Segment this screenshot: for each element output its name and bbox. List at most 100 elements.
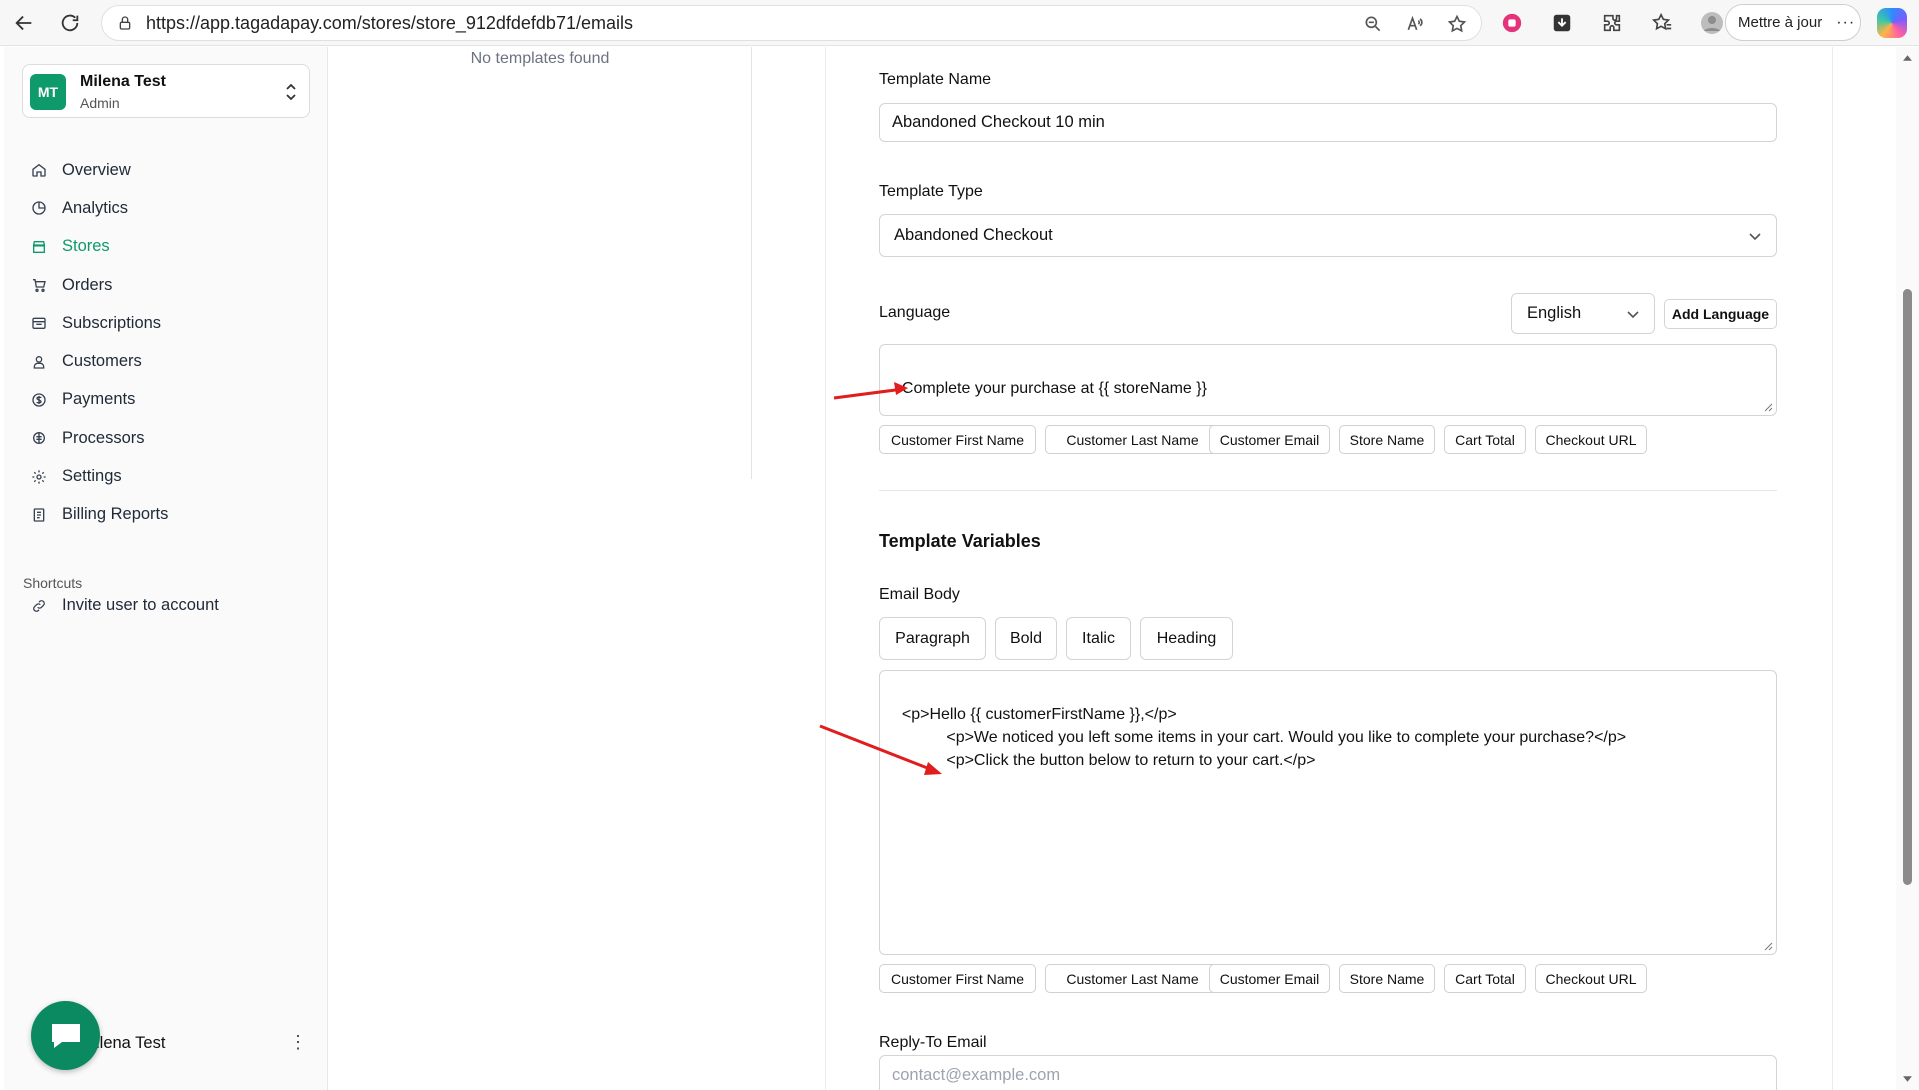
footer-user-name[interactable]: ilena Test <box>96 1034 165 1053</box>
kebab-menu-icon[interactable]: ⋮ <box>289 1032 307 1053</box>
page-scrollbar[interactable] <box>1896 47 1919 1090</box>
link-icon <box>30 597 48 615</box>
profile-avatar-icon[interactable] <box>1697 8 1727 38</box>
extension-download-icon[interactable] <box>1547 8 1577 38</box>
language-select[interactable]: English <box>1511 293 1655 334</box>
sidebar-nav: Overview Analytics Stores Orders Subscri… <box>30 151 320 534</box>
sidebar-item-label: Overview <box>62 160 131 179</box>
user-icon <box>30 353 48 371</box>
chevron-down-icon <box>1749 232 1761 240</box>
resize-handle-icon[interactable] <box>1763 402 1773 412</box>
extension-pink-icon[interactable] <box>1497 8 1527 38</box>
chip-cart-total[interactable]: Cart Total <box>1444 425 1526 454</box>
template-name-label: Template Name <box>879 71 992 88</box>
sidebar-item-billing-reports[interactable]: Billing Reports <box>30 496 320 534</box>
empty-state-text: No templates found <box>470 50 610 67</box>
zoom-icon[interactable] <box>1361 12 1385 36</box>
resize-handle-icon[interactable] <box>1763 941 1773 951</box>
chip-customer-email[interactable]: Customer Email <box>1209 425 1330 454</box>
shortcuts-heading: Shortcuts <box>23 575 83 591</box>
email-body-textarea[interactable]: <p>Hello {{ customerFirstName }},</p> <p… <box>879 670 1777 955</box>
subject-textarea[interactable]: Complete your purchase at {{ storeName }… <box>879 344 1777 416</box>
back-icon[interactable] <box>9 8 39 38</box>
sidebar: MT Milena Test Admin Overview Analytics … <box>4 47 328 1090</box>
scroll-down-arrow-icon[interactable] <box>1902 1073 1913 1084</box>
sidebar-item-settings[interactable]: Settings <box>30 457 320 495</box>
chip-store-name[interactable]: Store Name <box>1339 425 1435 454</box>
url-text: https://app.tagadapay.com/stores/store_9… <box>146 12 633 33</box>
copilot-icon[interactable] <box>1877 8 1907 38</box>
chip-customer-email[interactable]: Customer Email <box>1209 964 1330 993</box>
dollar-icon <box>30 391 48 409</box>
chip-customer-last-name[interactable]: Customer Last Name <box>1045 425 1220 454</box>
sidebar-item-label: Customers <box>62 352 142 371</box>
reply-to-label: Reply-To Email <box>879 1034 987 1051</box>
sidebar-item-processors[interactable]: Processors <box>30 419 320 457</box>
template-type-select[interactable]: Abandoned Checkout <box>879 214 1777 257</box>
reply-to-placeholder: contact@example.com <box>892 1065 1061 1084</box>
sidebar-item-customers[interactable]: Customers <box>30 342 320 380</box>
chip-checkout-url[interactable]: Checkout URL <box>1535 964 1647 993</box>
shortcut-invite-user[interactable]: Invite user to account <box>30 596 219 615</box>
sidebar-item-stores[interactable]: Stores <box>30 228 320 266</box>
more-options-icon[interactable]: ··· <box>1836 14 1855 32</box>
store-icon <box>30 238 48 256</box>
favorites-icon[interactable] <box>1647 8 1677 38</box>
sidebar-item-subscriptions[interactable]: Subscriptions <box>30 304 320 342</box>
update-browser-button[interactable]: Mettre à jour ··· <box>1725 4 1861 41</box>
home-icon <box>30 161 48 179</box>
sidebar-item-label: Payments <box>62 390 136 409</box>
template-name-input[interactable]: Abandoned Checkout 10 min <box>879 103 1777 142</box>
sidebar-item-analytics[interactable]: Analytics <box>30 189 320 227</box>
account-avatar: MT <box>30 74 66 110</box>
template-list: No templates found <box>329 47 752 479</box>
chevron-down-icon <box>1627 310 1639 318</box>
account-switcher[interactable]: MT Milena Test Admin <box>22 64 310 118</box>
chip-customer-first-name[interactable]: Customer First Name <box>879 964 1036 993</box>
shortcut-label: Invite user to account <box>62 596 219 614</box>
chip-customer-first-name[interactable]: Customer First Name <box>879 425 1036 454</box>
add-language-button[interactable]: Add Language <box>1664 299 1777 329</box>
account-name: Milena Test <box>80 73 166 90</box>
bold-button[interactable]: Bold <box>995 617 1057 660</box>
subject-value: Complete your purchase at {{ storeName }… <box>901 380 1207 397</box>
template-type-label: Template Type <box>879 183 983 200</box>
reply-to-email-input[interactable]: contact@example.com <box>879 1055 1777 1090</box>
italic-button[interactable]: Italic <box>1066 617 1131 660</box>
processor-icon <box>30 429 48 447</box>
reload-icon[interactable] <box>55 8 85 38</box>
language-label: Language <box>879 304 951 321</box>
site-info-icon[interactable] <box>116 14 134 32</box>
chip-checkout-url[interactable]: Checkout URL <box>1535 425 1647 454</box>
chip-cart-total[interactable]: Cart Total <box>1444 964 1526 993</box>
sidebar-item-payments[interactable]: Payments <box>30 381 320 419</box>
extensions-puzzle-icon[interactable] <box>1597 8 1627 38</box>
template-type-value: Abandoned Checkout <box>894 226 1053 244</box>
calendar-icon <box>30 314 48 332</box>
language-value: English <box>1527 304 1582 322</box>
scrollbar-thumb[interactable] <box>1903 289 1912 885</box>
address-bar[interactable]: https://app.tagadapay.com/stores/store_9… <box>101 5 1482 41</box>
read-aloud-icon[interactable] <box>1403 12 1427 36</box>
email-body-value: <p>Hello {{ customerFirstName }},</p> <p… <box>901 706 1627 769</box>
email-body-label: Email Body <box>879 586 960 603</box>
update-label: Mettre à jour <box>1738 14 1823 31</box>
browser-toolbar: https://app.tagadapay.com/stores/store_9… <box>0 0 1919 46</box>
chip-customer-last-name[interactable]: Customer Last Name <box>1045 964 1220 993</box>
sidebar-item-orders[interactable]: Orders <box>30 266 320 304</box>
scroll-up-arrow-icon[interactable] <box>1902 53 1913 64</box>
sidebar-item-label: Analytics <box>62 198 129 217</box>
template-variables-heading: Template Variables <box>879 531 1041 551</box>
favorite-star-icon[interactable] <box>1445 12 1469 36</box>
sidebar-item-label: Stores <box>62 237 110 256</box>
chat-support-button[interactable] <box>31 1001 100 1070</box>
heading-button[interactable]: Heading <box>1140 617 1233 660</box>
report-icon <box>30 506 48 524</box>
chip-store-name[interactable]: Store Name <box>1339 964 1435 993</box>
sidebar-item-label: Settings <box>62 467 122 486</box>
sidebar-item-label: Orders <box>62 275 113 294</box>
sidebar-item-label: Processors <box>62 428 145 447</box>
paragraph-button[interactable]: Paragraph <box>879 617 986 660</box>
sidebar-item-overview[interactable]: Overview <box>30 151 320 189</box>
chat-icon <box>51 1023 80 1048</box>
